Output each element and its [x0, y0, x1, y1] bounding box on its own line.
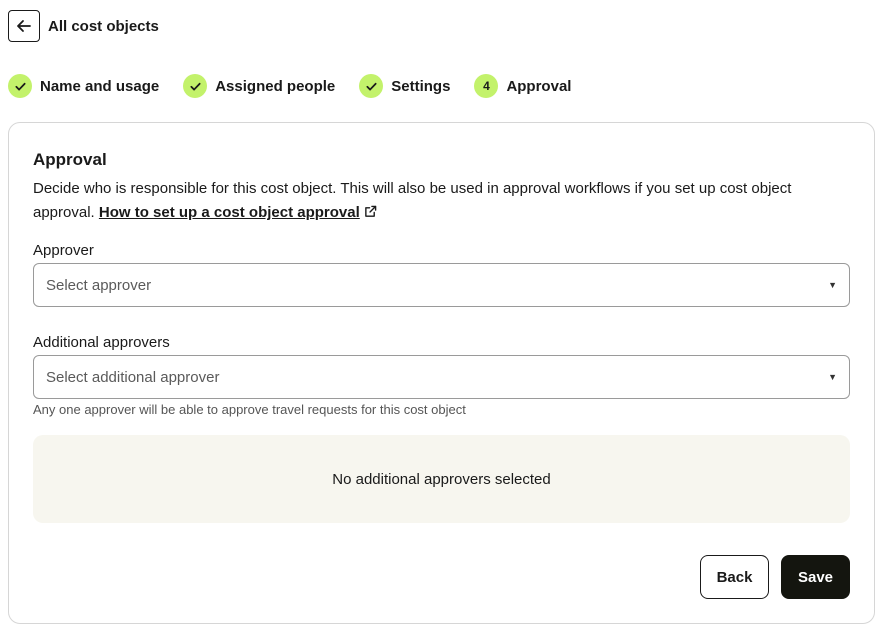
- step-assigned-people[interactable]: Assigned people: [183, 74, 335, 98]
- back-button[interactable]: Back: [700, 555, 769, 599]
- caret-down-icon: ▼: [828, 280, 837, 290]
- approver-select[interactable]: Select approver ▼: [33, 263, 850, 307]
- card-title: Approval: [33, 150, 107, 169]
- step-complete-marker: [8, 74, 32, 98]
- additional-approver-placeholder: Select additional approver: [46, 368, 220, 386]
- step-label: Name and usage: [40, 77, 160, 95]
- empty-state-text: No additional approvers selected: [332, 470, 551, 488]
- back-navigation: All cost objects: [8, 10, 159, 42]
- caret-down-icon: ▼: [828, 372, 837, 382]
- check-icon: [14, 82, 26, 90]
- stepper: Name and usage Assigned people Settings …: [8, 74, 595, 98]
- additional-approvers-label: Additional approvers: [33, 334, 170, 351]
- approval-card: Approval Decide who is responsible for t…: [8, 122, 875, 624]
- step-label: Assigned people: [215, 77, 336, 95]
- arrow-left-icon: [17, 20, 31, 32]
- step-settings[interactable]: Settings: [359, 74, 450, 98]
- save-button[interactable]: Save: [781, 555, 850, 599]
- step-complete-marker: [183, 74, 208, 98]
- check-icon: [190, 82, 201, 90]
- step-label: Settings: [391, 77, 451, 95]
- back-arrow-button[interactable]: [8, 10, 40, 42]
- helper-text: Any one approver will be able to approve…: [33, 402, 466, 417]
- back-link[interactable]: All cost objects: [48, 18, 159, 35]
- check-icon: [366, 82, 377, 90]
- step-complete-marker: [359, 74, 384, 98]
- approver-placeholder: Select approver: [46, 276, 152, 294]
- external-link-icon[interactable]: [364, 205, 377, 218]
- step-label: Approval: [506, 77, 572, 95]
- empty-state: No additional approvers selected: [33, 435, 850, 523]
- additional-approver-select[interactable]: Select additional approver ▼: [33, 355, 850, 399]
- step-name-and-usage[interactable]: Name and usage: [8, 74, 159, 98]
- card-description: Decide who is responsible for this cost …: [33, 177, 853, 225]
- approval-help-link[interactable]: How to set up a cost object approval: [99, 204, 360, 221]
- step-number-marker: 4: [474, 74, 499, 98]
- approver-label: Approver: [33, 242, 94, 259]
- step-approval[interactable]: 4 Approval: [474, 74, 571, 98]
